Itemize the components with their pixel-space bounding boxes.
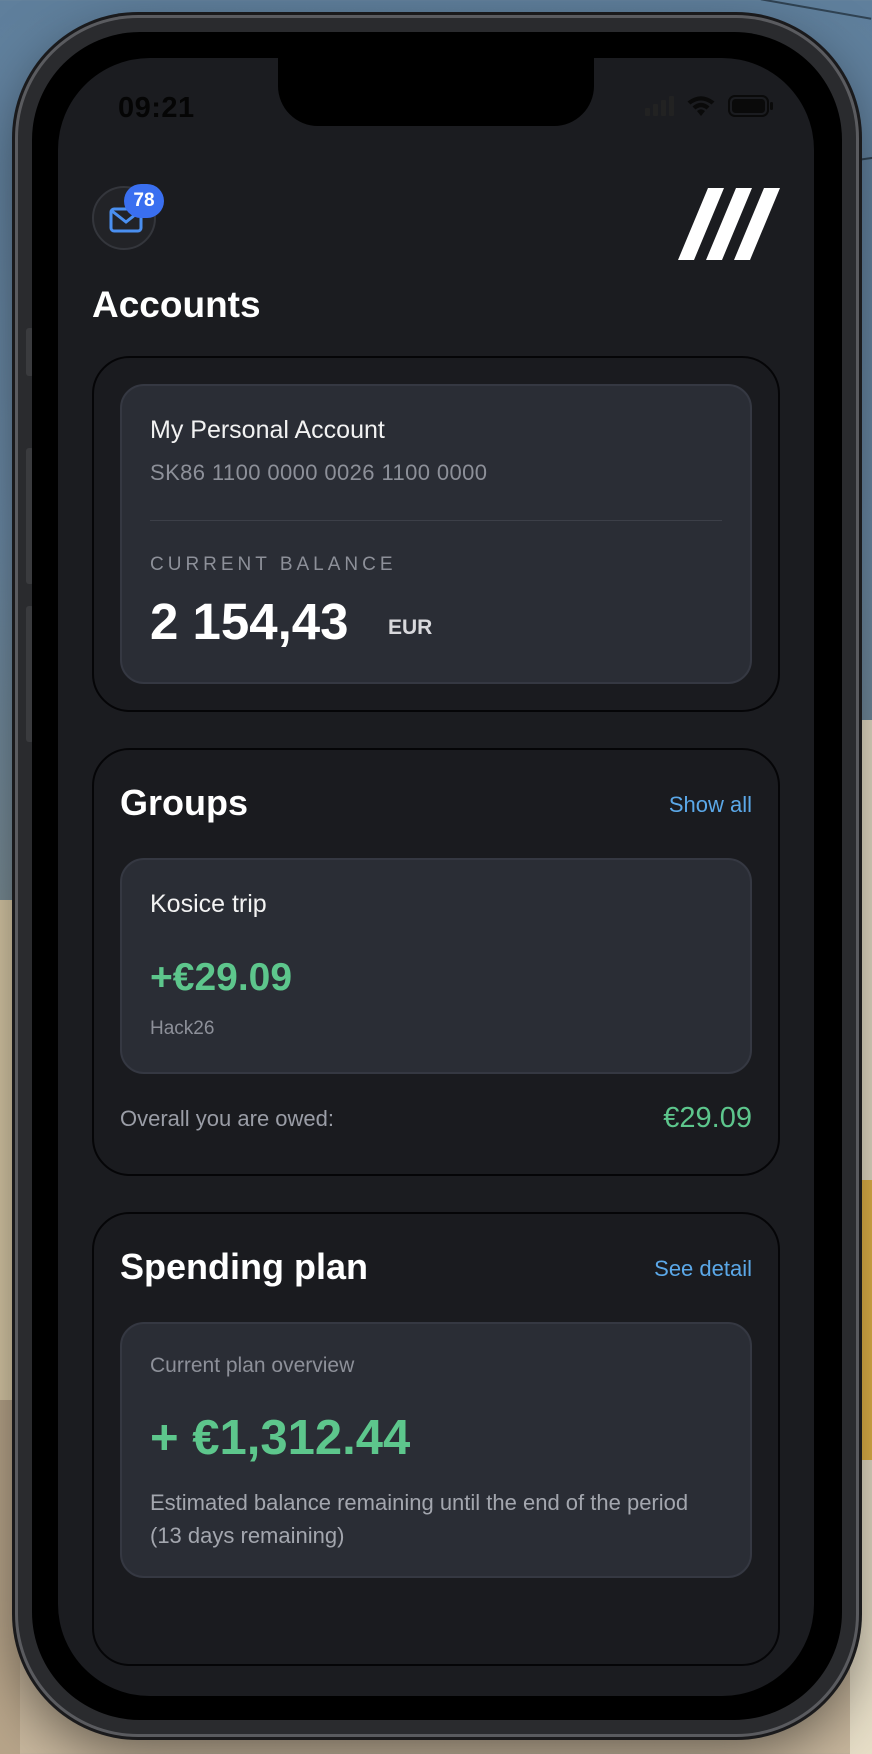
background-building <box>0 1400 20 1754</box>
brand-logo-icon <box>678 188 780 260</box>
plan-amount: + €1,312.44 <box>150 1411 411 1465</box>
status-icons <box>645 94 774 118</box>
page-title: Accounts <box>92 284 261 325</box>
account-tile[interactable]: My Personal Account SK86 1100 0000 0026 … <box>120 384 752 684</box>
spending-plan-card: Spending plan See detail Current plan ov… <box>92 1212 780 1666</box>
see-detail-link[interactable]: See detail <box>654 1256 752 1282</box>
divider <box>150 520 722 521</box>
account-iban: SK86 1100 0000 0026 1100 0000 <box>150 460 488 485</box>
owed-value: €29.09 <box>663 1102 752 1134</box>
show-all-link[interactable]: Show all <box>669 792 752 818</box>
spending-plan-title: Spending plan <box>120 1246 368 1287</box>
group-subtitle: Hack26 <box>150 1018 215 1039</box>
battery-icon <box>728 95 773 117</box>
balance-currency: EUR <box>388 616 433 639</box>
groups-card: Groups Show all Kosice trip +€29.09 Hack… <box>92 748 780 1176</box>
accounts-card: My Personal Account SK86 1100 0000 0026 … <box>92 356 780 712</box>
plan-overview-tile[interactable]: Current plan overview + €1,312.44 Estima… <box>120 1322 752 1578</box>
balance-amount: 2 154,43 <box>150 593 349 650</box>
background-wire <box>760 0 872 20</box>
unread-count-badge: 78 <box>124 184 164 218</box>
owed-label: Overall you are owed: <box>120 1106 334 1131</box>
app-screen: 09:21 78 Accounts My Personal Account SK… <box>58 58 814 1696</box>
inbox-button[interactable]: 78 <box>92 184 164 250</box>
group-amount: +€29.09 <box>150 956 293 999</box>
balance-label: CURRENT BALANCE <box>150 554 397 575</box>
group-name: Kosice trip <box>150 890 267 918</box>
device-notch <box>278 58 594 126</box>
background-building <box>0 900 20 1400</box>
plan-description: Estimated balance remaining until the en… <box>150 1490 689 1548</box>
groups-title: Groups <box>120 782 249 823</box>
cellular-signal-icon <box>645 96 674 116</box>
account-name: My Personal Account <box>150 416 385 444</box>
wifi-icon <box>687 96 715 116</box>
group-tile[interactable]: Kosice trip +€29.09 Hack26 <box>120 858 752 1074</box>
status-time: 09:21 <box>118 92 195 124</box>
plan-overview-label: Current plan overview <box>150 1354 355 1377</box>
